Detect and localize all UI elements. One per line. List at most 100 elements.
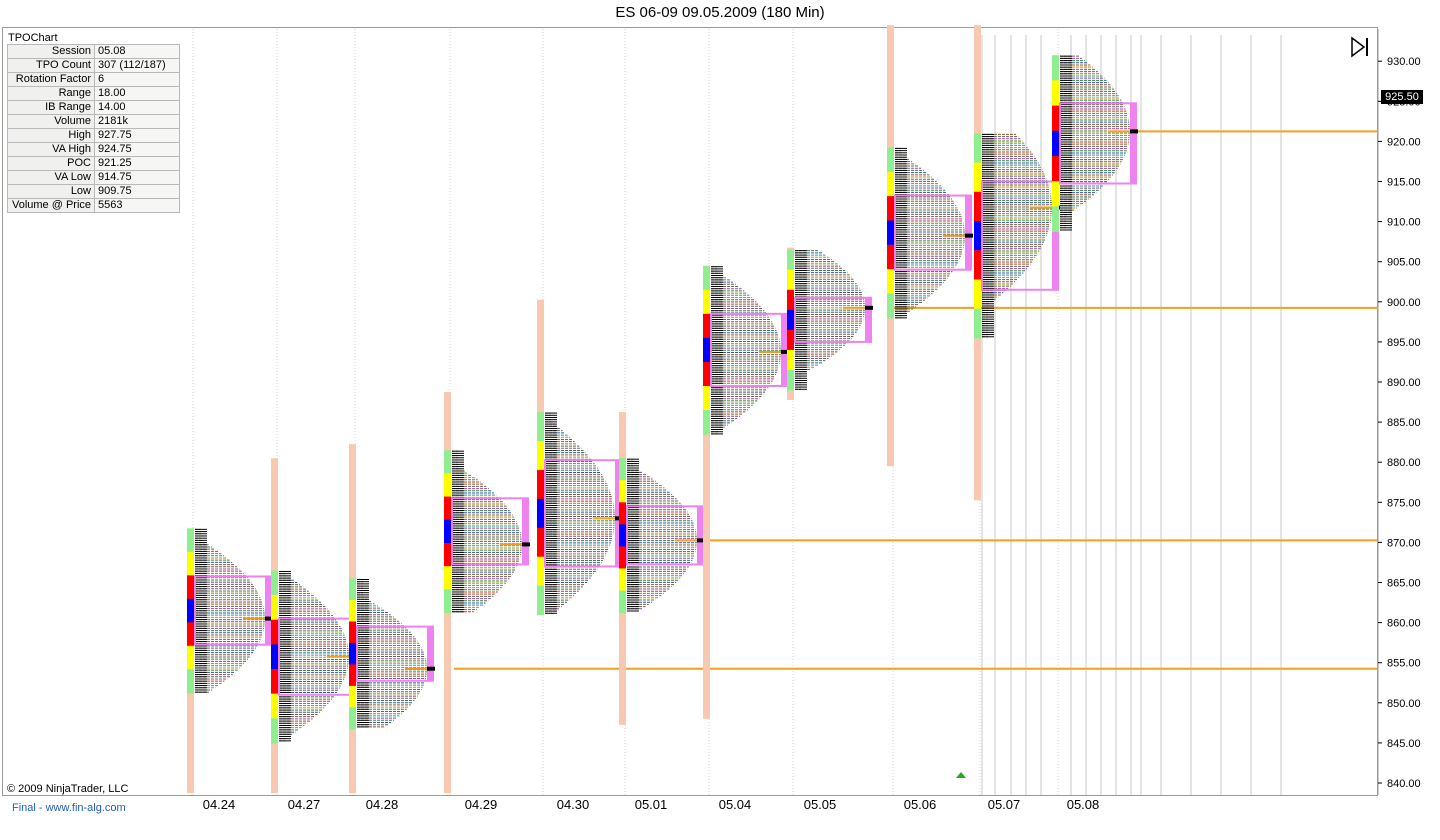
info-row: POC 921.25	[7, 156, 180, 171]
info-row-label: Volume @ Price	[7, 198, 95, 213]
ib-segment	[349, 685, 356, 708]
y-tick-label: 890.00	[1387, 377, 1421, 389]
x-tick-label: 04.28	[366, 797, 399, 812]
info-panel-title: TPOChart	[8, 32, 58, 44]
value-area-bar	[265, 576, 272, 645]
ib-segment	[537, 498, 544, 529]
info-row-value: 909.75	[94, 184, 180, 199]
ib-segment	[787, 309, 794, 331]
info-row: Volume 2181k	[7, 114, 180, 129]
ib-segment	[619, 546, 626, 569]
ib-segment	[271, 644, 278, 670]
ib-segment	[1052, 80, 1059, 107]
info-row-value: 921.25	[94, 156, 180, 171]
info-row-label: Volume	[7, 114, 95, 129]
value-area-bar	[781, 313, 788, 387]
info-row-value: 927.75	[94, 128, 180, 143]
ib-segment	[619, 590, 626, 614]
value-area-bar	[965, 195, 972, 270]
y-tick-label: 875.00	[1387, 497, 1421, 509]
ib-segment	[703, 337, 710, 363]
y-tick-label: 910.00	[1387, 217, 1421, 229]
info-row-value: 14.00	[94, 100, 180, 115]
x-tick-label: 05.06	[904, 797, 937, 812]
ib-segment	[974, 279, 981, 310]
ib-segment	[787, 349, 794, 371]
ib-segment	[703, 386, 710, 411]
info-row: Session 05.08	[7, 44, 180, 59]
ib-segment	[703, 313, 710, 339]
ib-segment	[887, 293, 894, 319]
info-row-label: Rotation Factor	[7, 72, 95, 87]
info-row: VA Low 914.75	[7, 170, 180, 185]
info-row-value: 914.75	[94, 170, 180, 185]
y-tick-label: 905.00	[1387, 257, 1421, 269]
triangle-up-icon	[956, 772, 966, 778]
info-row-value: 18.00	[94, 86, 180, 101]
ib-segment	[271, 595, 278, 621]
ib-segment	[974, 133, 981, 164]
ib-segment	[537, 412, 544, 442]
ib-segment	[787, 369, 794, 391]
value-area-box	[544, 459, 622, 568]
ib-segment	[537, 527, 544, 558]
info-row-value: 924.75	[94, 142, 180, 157]
info-row-value: 05.08	[94, 44, 180, 59]
y-tick-label: 860.00	[1387, 618, 1421, 630]
y-tick-label: 850.00	[1387, 698, 1421, 710]
ib-segment	[974, 221, 981, 251]
ib-segment	[887, 147, 894, 173]
ib-segment	[444, 589, 451, 614]
ib-segment	[887, 171, 894, 197]
ib-segment	[271, 718, 278, 744]
info-row: Range 18.00	[7, 86, 180, 101]
info-row-label: Range	[7, 86, 95, 101]
info-row-value: 5563	[94, 198, 180, 213]
value-area-bar	[1130, 103, 1137, 184]
x-tick-label: 04.30	[557, 797, 590, 812]
ib-segment	[974, 162, 981, 193]
x-tick-label: 05.01	[635, 797, 668, 812]
info-panel: Session 05.08 TPO Count 307 (112/187) Rotati…	[7, 44, 180, 213]
ib-segment	[187, 645, 194, 670]
tpo-chart: 930.00925.00920.00915.00910.00905.00900.…	[187, 25, 1421, 812]
current-price-badge: 925.50	[1381, 90, 1423, 104]
ib-segment	[444, 519, 451, 544]
ib-segment	[444, 450, 451, 474]
ib-segment	[703, 410, 710, 435]
ib-segment	[187, 575, 194, 600]
footer-link[interactable]: Final - www.fin-alg.com	[12, 802, 126, 814]
info-row-label: POC	[7, 156, 95, 171]
y-tick-label: 855.00	[1387, 658, 1421, 670]
ib-segment	[537, 441, 544, 471]
info-row: Volume @ Price 5563	[7, 198, 180, 213]
info-row-label: Low	[7, 184, 95, 199]
info-row-label: IB Range	[7, 100, 95, 115]
ib-segment	[787, 289, 794, 311]
ib-segment	[537, 585, 544, 616]
ib-segment	[974, 191, 981, 222]
skip-to-end-icon[interactable]	[1349, 36, 1371, 58]
info-row: IB Range 14.00	[7, 100, 180, 115]
info-row: High 927.75	[7, 128, 180, 143]
ib-segment	[1052, 206, 1059, 233]
info-row-label: TPO Count	[7, 58, 95, 73]
value-area-bar	[865, 297, 872, 342]
value-area-bar	[522, 498, 529, 565]
info-row-label: VA High	[7, 142, 95, 157]
ib-segment	[703, 361, 710, 387]
x-tick-label: 04.27	[288, 797, 321, 812]
value-area-bar	[427, 626, 434, 681]
ib-segment	[619, 524, 626, 547]
ib-segment	[619, 480, 626, 503]
y-tick-label: 845.00	[1387, 738, 1421, 750]
ib-segment	[187, 669, 194, 694]
y-tick-label: 930.00	[1387, 56, 1421, 68]
ib-segment	[271, 570, 278, 596]
ib-segment	[1052, 181, 1059, 207]
ib-segment	[187, 622, 194, 647]
ib-segment	[974, 250, 981, 280]
ib-segment	[349, 664, 356, 687]
y-tick-label: 880.00	[1387, 457, 1421, 469]
info-row-label: High	[7, 128, 95, 143]
